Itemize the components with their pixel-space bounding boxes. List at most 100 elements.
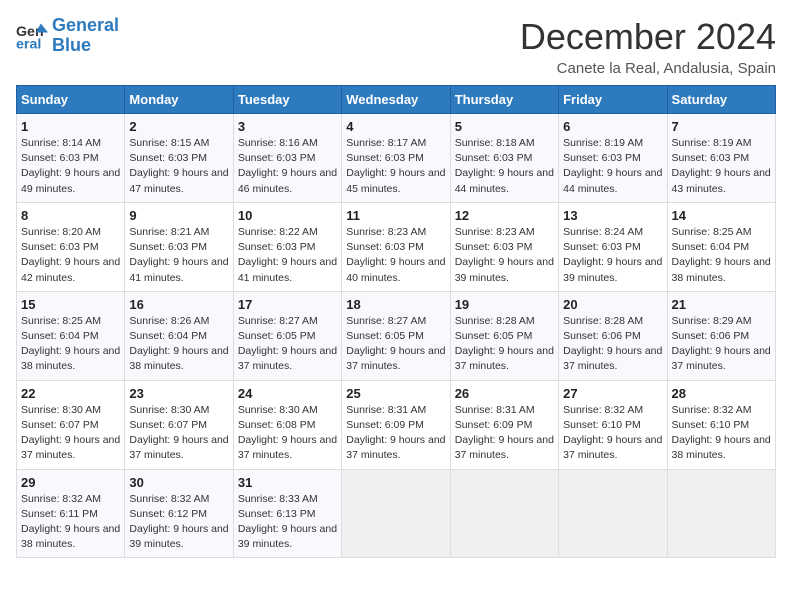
calendar-cell: 12 Sunrise: 8:23 AMSunset: 6:03 PMDayligh…	[450, 202, 558, 291]
calendar-cell	[559, 469, 667, 558]
weekday-tuesday: Tuesday	[233, 86, 341, 114]
weekday-monday: Monday	[125, 86, 233, 114]
month-title: December 2024	[520, 16, 776, 58]
week-row-4: 22 Sunrise: 8:30 AMSunset: 6:07 PMDayligh…	[17, 380, 776, 469]
title-block: December 2024 Canete la Real, Andalusia,…	[520, 16, 776, 77]
calendar-body: 1 Sunrise: 8:14 AMSunset: 6:03 PMDaylight…	[17, 114, 776, 558]
calendar-cell: 26 Sunrise: 8:31 AMSunset: 6:09 PMDayligh…	[450, 380, 558, 469]
day-info: Sunrise: 8:32 AMSunset: 6:11 PMDaylight:…	[21, 492, 120, 553]
day-number: 29	[21, 475, 120, 490]
calendar-cell: 19 Sunrise: 8:28 AMSunset: 6:05 PMDayligh…	[450, 291, 558, 380]
calendar-cell: 7Sunrise: 8:19 AMSunset: 6:03 PMDaylight…	[667, 114, 775, 203]
calendar-cell	[342, 469, 450, 558]
calendar-cell: 13 Sunrise: 8:24 AMSunset: 6:03 PMDayligh…	[559, 202, 667, 291]
day-info: Sunrise: 8:27 AMSunset: 6:05 PMDaylight:…	[238, 314, 337, 375]
day-info: Sunrise: 8:16 AMSunset: 6:03 PMDaylight:…	[238, 136, 337, 197]
calendar-cell: 16 Sunrise: 8:26 AMSunset: 6:04 PMDayligh…	[125, 291, 233, 380]
calendar-cell: 29 Sunrise: 8:32 AMSunset: 6:11 PMDayligh…	[17, 469, 125, 558]
weekday-header-row: SundayMondayTuesdayWednesdayThursdayFrid…	[17, 86, 776, 114]
weekday-wednesday: Wednesday	[342, 86, 450, 114]
day-number: 2	[129, 119, 228, 134]
day-info: Sunrise: 8:25 AMSunset: 6:04 PMDaylight:…	[672, 225, 771, 286]
day-number: 15	[21, 297, 120, 312]
day-number: 4	[346, 119, 445, 134]
calendar-cell: 6 Sunrise: 8:19 AMSunset: 6:03 PMDaylight…	[559, 114, 667, 203]
day-number: 16	[129, 297, 228, 312]
day-number: 14	[672, 208, 771, 223]
day-info: Sunrise: 8:27 AMSunset: 6:05 PMDaylight:…	[346, 314, 445, 375]
day-number: 10	[238, 208, 337, 223]
calendar-cell: 11 Sunrise: 8:23 AMSunset: 6:03 PMDayligh…	[342, 202, 450, 291]
day-info: Sunrise: 8:32 AMSunset: 6:10 PMDaylight:…	[672, 403, 771, 464]
calendar-cell: 5Sunrise: 8:18 AMSunset: 6:03 PMDaylight…	[450, 114, 558, 203]
calendar-cell: 27 Sunrise: 8:32 AMSunset: 6:10 PMDayligh…	[559, 380, 667, 469]
calendar-cell: 3 Sunrise: 8:16 AMSunset: 6:03 PMDaylight…	[233, 114, 341, 203]
day-info: Sunrise: 8:19 AMSunset: 6:03 PMDaylight:…	[563, 136, 662, 197]
day-number: 8	[21, 208, 120, 223]
day-number: 18	[346, 297, 445, 312]
day-number: 11	[346, 208, 445, 223]
calendar-cell: 23 Sunrise: 8:30 AMSunset: 6:07 PMDayligh…	[125, 380, 233, 469]
svg-text:eral: eral	[16, 36, 41, 52]
calendar-cell: 18 Sunrise: 8:27 AMSunset: 6:05 PMDayligh…	[342, 291, 450, 380]
calendar-cell: 8Sunrise: 8:20 AMSunset: 6:03 PMDaylight…	[17, 202, 125, 291]
calendar-cell: 9 Sunrise: 8:21 AMSunset: 6:03 PMDaylight…	[125, 202, 233, 291]
day-number: 26	[455, 386, 554, 401]
calendar-cell: 24 Sunrise: 8:30 AMSunset: 6:08 PMDayligh…	[233, 380, 341, 469]
day-info: Sunrise: 8:24 AMSunset: 6:03 PMDaylight:…	[563, 225, 662, 286]
day-info: Sunrise: 8:30 AMSunset: 6:07 PMDaylight:…	[129, 403, 228, 464]
week-row-5: 29 Sunrise: 8:32 AMSunset: 6:11 PMDayligh…	[17, 469, 776, 558]
calendar-cell: 22Sunrise: 8:30 AMSunset: 6:07 PMDayligh…	[17, 380, 125, 469]
day-info: Sunrise: 8:21 AMSunset: 6:03 PMDaylight:…	[129, 225, 228, 286]
location: Canete la Real, Andalusia, Spain	[520, 60, 776, 77]
day-info: Sunrise: 8:31 AMSunset: 6:09 PMDaylight:…	[455, 403, 554, 464]
calendar-cell: 30 Sunrise: 8:32 AMSunset: 6:12 PMDayligh…	[125, 469, 233, 558]
calendar-cell: 17 Sunrise: 8:27 AMSunset: 6:05 PMDayligh…	[233, 291, 341, 380]
logo-icon: Gen eral	[16, 20, 48, 52]
calendar-cell: 14 Sunrise: 8:25 AMSunset: 6:04 PMDayligh…	[667, 202, 775, 291]
day-number: 9	[129, 208, 228, 223]
day-number: 24	[238, 386, 337, 401]
day-info: Sunrise: 8:22 AMSunset: 6:03 PMDaylight:…	[238, 225, 337, 286]
day-info: Sunrise: 8:33 AMSunset: 6:13 PMDaylight:…	[238, 492, 337, 553]
day-info: Sunrise: 8:23 AMSunset: 6:03 PMDaylight:…	[346, 225, 445, 286]
day-info: Sunrise: 8:23 AMSunset: 6:03 PMDaylight:…	[455, 225, 554, 286]
day-info: Sunrise: 8:31 AMSunset: 6:09 PMDaylight:…	[346, 403, 445, 464]
day-number: 30	[129, 475, 228, 490]
day-number: 20	[563, 297, 662, 312]
calendar-cell: 2 Sunrise: 8:15 AMSunset: 6:03 PMDaylight…	[125, 114, 233, 203]
day-info: Sunrise: 8:19 AMSunset: 6:03 PMDaylight:…	[672, 136, 771, 197]
calendar-table: SundayMondayTuesdayWednesdayThursdayFrid…	[16, 85, 776, 558]
day-info: Sunrise: 8:15 AMSunset: 6:03 PMDaylight:…	[129, 136, 228, 197]
day-number: 17	[238, 297, 337, 312]
day-number: 28	[672, 386, 771, 401]
day-number: 21	[672, 297, 771, 312]
day-number: 25	[346, 386, 445, 401]
calendar-cell: 4Sunrise: 8:17 AMSunset: 6:03 PMDaylight…	[342, 114, 450, 203]
day-number: 1	[21, 119, 120, 134]
day-info: Sunrise: 8:32 AMSunset: 6:12 PMDaylight:…	[129, 492, 228, 553]
day-number: 5	[455, 119, 554, 134]
day-info: Sunrise: 8:14 AMSunset: 6:03 PMDaylight:…	[21, 136, 120, 197]
day-info: Sunrise: 8:32 AMSunset: 6:10 PMDaylight:…	[563, 403, 662, 464]
day-number: 19	[455, 297, 554, 312]
day-info: Sunrise: 8:28 AMSunset: 6:05 PMDaylight:…	[455, 314, 554, 375]
day-number: 3	[238, 119, 337, 134]
week-row-2: 8Sunrise: 8:20 AMSunset: 6:03 PMDaylight…	[17, 202, 776, 291]
calendar-cell	[450, 469, 558, 558]
calendar-cell: 28 Sunrise: 8:32 AMSunset: 6:10 PMDayligh…	[667, 380, 775, 469]
weekday-saturday: Saturday	[667, 86, 775, 114]
day-number: 13	[563, 208, 662, 223]
day-info: Sunrise: 8:26 AMSunset: 6:04 PMDaylight:…	[129, 314, 228, 375]
day-number: 27	[563, 386, 662, 401]
calendar-cell: 31Sunrise: 8:33 AMSunset: 6:13 PMDayligh…	[233, 469, 341, 558]
day-number: 6	[563, 119, 662, 134]
day-number: 23	[129, 386, 228, 401]
calendar-cell: 1 Sunrise: 8:14 AMSunset: 6:03 PMDaylight…	[17, 114, 125, 203]
calendar-cell: 10 Sunrise: 8:22 AMSunset: 6:03 PMDayligh…	[233, 202, 341, 291]
day-number: 12	[455, 208, 554, 223]
day-number: 22	[21, 386, 120, 401]
weekday-friday: Friday	[559, 86, 667, 114]
day-info: Sunrise: 8:30 AMSunset: 6:08 PMDaylight:…	[238, 403, 337, 464]
logo: Gen eral GeneralBlue	[16, 16, 119, 56]
